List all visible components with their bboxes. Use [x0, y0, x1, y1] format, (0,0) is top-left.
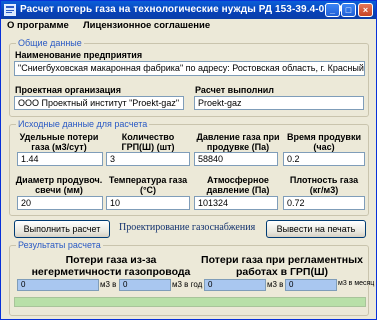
- progress-bar: [14, 297, 366, 307]
- leak-month-field[interactable]: 0: [17, 279, 99, 291]
- menu-license[interactable]: Лицензионное соглашение: [83, 20, 210, 31]
- maximize-button[interactable]: □: [341, 3, 356, 17]
- project-org-label: Проектная организация: [15, 85, 121, 95]
- grp-count-field[interactable]: 3: [106, 152, 190, 166]
- menu-about[interactable]: О программе: [7, 20, 69, 31]
- gas-density-label: Плотность газа (кг/м3): [289, 175, 359, 195]
- minimize-button[interactable]: _: [325, 3, 340, 17]
- executor-field[interactable]: Proekt-gaz: [194, 96, 364, 110]
- grp-month-unit: м3 в месяц: [338, 280, 375, 287]
- results-group-title: Результаты расчета: [16, 240, 103, 250]
- enterprise-label: Наименование предприятия: [15, 50, 143, 60]
- window-title: Расчет потерь газа на технологические ну…: [20, 4, 351, 15]
- leak-year-field[interactable]: 0: [119, 279, 171, 291]
- candle-diameter-label: Диаметр продувоч. свечи (мм): [15, 175, 103, 195]
- purge-time-label: Время продувки (час): [286, 132, 361, 152]
- candle-diameter-field[interactable]: 20: [17, 196, 103, 210]
- purge-pressure-label: Давление газа при продувке (Па): [196, 132, 280, 152]
- loss-rate-label: Удельные потери газа (м3/сут): [19, 132, 99, 152]
- atm-pressure-label: Атмосферное давление (Па): [206, 175, 270, 195]
- print-button[interactable]: Вывести на печать: [266, 220, 366, 238]
- grp-work-loss-heading: Потери газа при регламентных работах в Г…: [201, 254, 363, 278]
- loss-rate-field[interactable]: 1.44: [17, 152, 103, 166]
- enterprise-field[interactable]: "Сниегбуховская макаронная фабрика" по а…: [14, 61, 365, 76]
- grp-month-field[interactable]: 0: [285, 279, 337, 291]
- grp-count-label: Количество ГРП(Ш) (шт): [121, 132, 175, 152]
- input-group-title: Исходные данные для расчета: [16, 119, 150, 129]
- project-org-field[interactable]: ООО Проектный институт "Proekt-gaz": [14, 96, 184, 110]
- leak-year-unit: м3 в год: [172, 280, 203, 289]
- calculate-button[interactable]: Выполнить расчет: [14, 220, 110, 238]
- leak-loss-heading: Потери газа из-за негерметичности газопр…: [31, 254, 191, 278]
- executor-label: Расчет выполнил: [195, 85, 275, 95]
- close-button[interactable]: ×: [358, 3, 373, 17]
- gas-temperature-field[interactable]: 10: [106, 196, 190, 210]
- purge-pressure-field[interactable]: 58840: [194, 152, 278, 166]
- app-icon: [4, 4, 16, 16]
- gas-temperature-label: Температура газа (°С): [108, 175, 188, 195]
- general-group-title: Общие данные: [16, 38, 84, 48]
- atm-pressure-field[interactable]: 101324: [194, 196, 278, 210]
- purge-time-field[interactable]: 0.2: [283, 152, 365, 166]
- grp-year-field[interactable]: 0: [204, 279, 266, 291]
- design-banner: Проектирование газоснабжения: [119, 222, 256, 233]
- app-window: Расчет потерь газа на технологические ну…: [0, 0, 377, 320]
- title-bar[interactable]: Расчет потерь газа на технологические ну…: [1, 1, 376, 19]
- menu-bar: О программе Лицензионное соглашение: [1, 19, 376, 33]
- gas-density-field[interactable]: 0.72: [283, 196, 365, 210]
